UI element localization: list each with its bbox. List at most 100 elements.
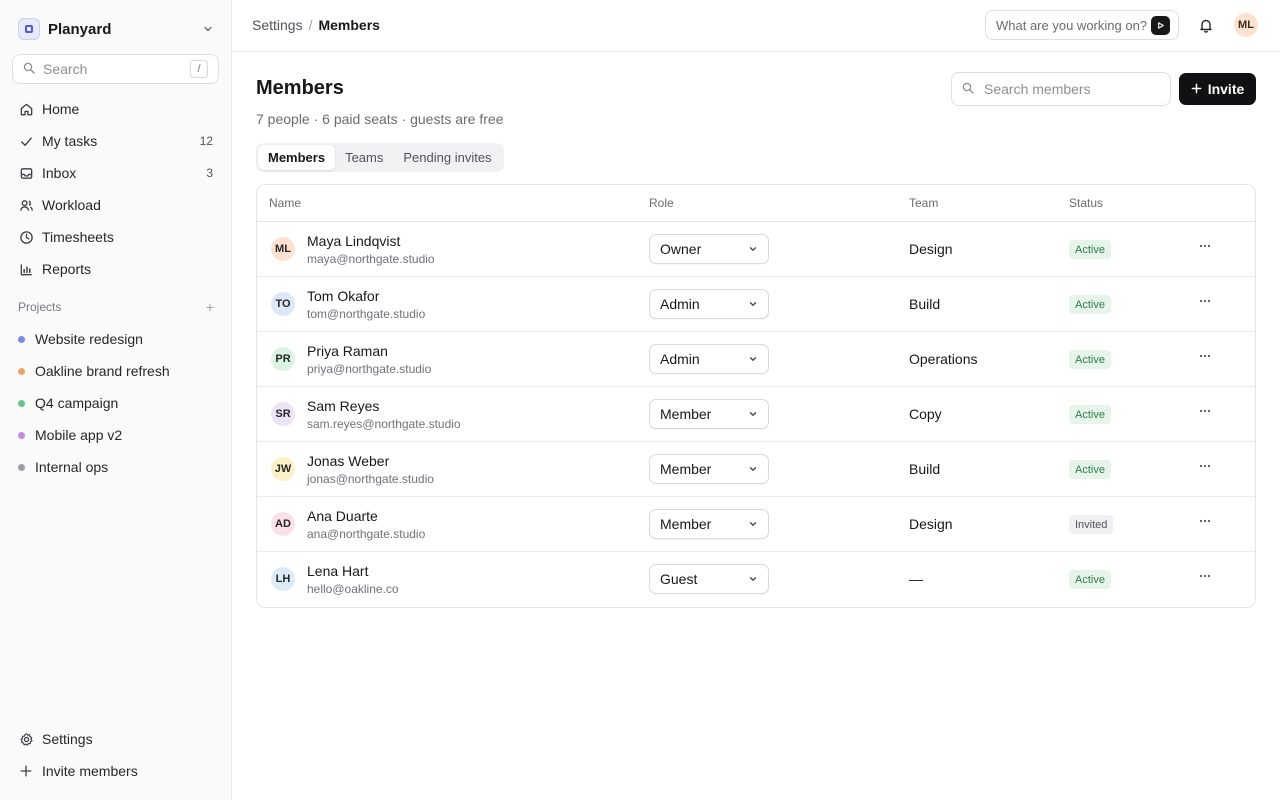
tab-teams[interactable]: Teams bbox=[335, 145, 393, 170]
project-color-dot bbox=[18, 399, 25, 407]
members-table: Name Role Team Status ML Maya Lindqvist ma… bbox=[256, 184, 1256, 608]
project-item[interactable]: Internal ops bbox=[12, 451, 219, 483]
member-email: maya@northgate.studio bbox=[307, 252, 435, 266]
tab-pending-invites[interactable]: Pending invites bbox=[393, 145, 501, 170]
search-shortcut-key: / bbox=[190, 60, 208, 78]
member-name: Sam Reyes bbox=[307, 398, 380, 414]
sidebar-item-label: My tasks bbox=[42, 133, 98, 149]
more-horizontal-icon[interactable] bbox=[1197, 513, 1213, 529]
table-row[interactable]: ML Maya Lindqvist maya@northgate.studio Own… bbox=[257, 222, 1255, 277]
main-content: Settings / Members What are you working … bbox=[232, 0, 1280, 800]
sidebar-item-timesheets[interactable]: Timesheets bbox=[12, 221, 219, 253]
table-row[interactable]: TO Tom Okafor tom@northgate.studio Admin Bui… bbox=[257, 277, 1255, 332]
workspace-switcher[interactable]: Planyard bbox=[18, 17, 214, 41]
project-item[interactable]: Website redesign bbox=[12, 323, 219, 355]
more-horizontal-icon[interactable] bbox=[1197, 348, 1213, 364]
sidebar-item-reports[interactable]: Reports bbox=[12, 253, 219, 285]
member-email: priya@northgate.studio bbox=[307, 362, 432, 376]
member-team: — bbox=[909, 571, 923, 587]
sidebar-item-inbox[interactable]: Inbox 3 bbox=[12, 157, 219, 189]
sidebar-item-home[interactable]: Home bbox=[12, 93, 219, 125]
tab-members[interactable]: Members bbox=[258, 145, 336, 170]
sidebar: Planyard Search / Home My tasks 12 Inbox… bbox=[0, 0, 232, 800]
table-header: Name Role Team Status bbox=[257, 185, 1255, 222]
sidebar-item-count: 3 bbox=[206, 166, 213, 180]
more-horizontal-icon[interactable] bbox=[1197, 568, 1213, 584]
breadcrumb-settings[interactable]: Settings bbox=[252, 17, 303, 33]
clock-icon bbox=[18, 229, 34, 245]
column-header-name[interactable]: Name bbox=[269, 196, 301, 210]
chevron-down-icon bbox=[748, 574, 758, 584]
role-select[interactable]: Member bbox=[649, 399, 769, 429]
role-select[interactable]: Admin bbox=[649, 344, 769, 374]
role-select[interactable]: Guest bbox=[649, 564, 769, 594]
member-email: tom@northgate.studio bbox=[307, 307, 426, 321]
command-input[interactable]: What are you working on? bbox=[985, 10, 1179, 40]
member-email: sam.reyes@northgate.studio bbox=[307, 417, 461, 431]
more-horizontal-icon[interactable] bbox=[1197, 458, 1213, 474]
table-row[interactable]: JW Jonas Weber jonas@northgate.studio Membe… bbox=[257, 442, 1255, 497]
plus-icon bbox=[1191, 81, 1202, 97]
page-subtitle: 7 people · 6 paid seats · guests are fre… bbox=[256, 111, 504, 127]
workspace-logo-icon bbox=[18, 18, 40, 40]
more-horizontal-icon[interactable] bbox=[1197, 403, 1213, 419]
member-name: Priya Raman bbox=[307, 343, 388, 359]
role-select[interactable]: Owner bbox=[649, 234, 769, 264]
sidebar-item-workload[interactable]: Workload bbox=[12, 189, 219, 221]
sidebar-search[interactable]: Search / bbox=[12, 54, 219, 84]
sidebar-item-count: 12 bbox=[199, 134, 213, 148]
table-row[interactable]: AD Ana Duarte ana@northgate.studio Member De… bbox=[257, 497, 1255, 552]
play-icon[interactable] bbox=[1151, 15, 1170, 35]
member-email: ana@northgate.studio bbox=[307, 527, 426, 541]
member-avatar: PR bbox=[271, 347, 295, 371]
plus-icon bbox=[18, 763, 34, 779]
role-select[interactable]: Member bbox=[649, 454, 769, 484]
status-badge: Active bbox=[1069, 460, 1111, 479]
member-name: Ana Duarte bbox=[307, 508, 378, 524]
page-title: Members bbox=[256, 77, 344, 99]
sidebar-item-invite-members[interactable]: Invite members bbox=[12, 755, 219, 787]
role-select-value: Owner bbox=[660, 241, 702, 257]
table-row[interactable]: SR Sam Reyes sam.reyes@northgate.studio Mem… bbox=[257, 387, 1255, 442]
table-row[interactable]: PR Priya Raman priya@northgate.studio Admin… bbox=[257, 332, 1255, 387]
more-horizontal-icon[interactable] bbox=[1197, 293, 1213, 309]
project-item[interactable]: Mobile app v2 bbox=[12, 419, 219, 451]
user-avatar[interactable]: ML bbox=[1234, 13, 1258, 37]
role-select[interactable]: Member bbox=[649, 509, 769, 539]
search-members-input[interactable]: Search members bbox=[951, 72, 1171, 106]
member-team: Operations bbox=[909, 351, 978, 367]
role-select[interactable]: Admin bbox=[649, 289, 769, 319]
topbar: Settings / Members What are you working … bbox=[232, 0, 1280, 52]
sidebar-item-my-tasks[interactable]: My tasks 12 bbox=[12, 125, 219, 157]
status-badge: Active bbox=[1069, 405, 1111, 424]
status-badge: Active bbox=[1069, 240, 1111, 259]
tabs: Members Teams Pending invites bbox=[256, 143, 504, 172]
member-email: jonas@northgate.studio bbox=[307, 472, 434, 486]
chevron-down-icon bbox=[748, 409, 758, 419]
member-avatar: AD bbox=[271, 512, 295, 536]
sidebar-item-label: Timesheets bbox=[42, 229, 114, 245]
project-item[interactable]: Q4 campaign bbox=[12, 387, 219, 419]
workspace-name: Planyard bbox=[48, 20, 112, 38]
app: Planyard Search / Home My tasks 12 Inbox… bbox=[0, 0, 1280, 800]
sidebar-item-settings[interactable]: Settings bbox=[12, 723, 219, 755]
column-header-status[interactable]: Status bbox=[1069, 196, 1103, 210]
table-row[interactable]: LH Lena Hart hello@oakline.co Guest — Active bbox=[257, 552, 1255, 607]
bell-icon[interactable] bbox=[1197, 16, 1215, 34]
chevron-down-icon bbox=[748, 519, 758, 529]
column-header-team[interactable]: Team bbox=[909, 196, 938, 210]
command-placeholder: What are you working on? bbox=[996, 17, 1148, 33]
invite-button[interactable]: Invite bbox=[1179, 73, 1256, 105]
status-badge: Active bbox=[1069, 350, 1111, 369]
sidebar-nav: Home My tasks 12 Inbox 3 Workload Timesh… bbox=[12, 93, 219, 285]
project-item[interactable]: Oakline brand refresh bbox=[12, 355, 219, 387]
member-name: Maya Lindqvist bbox=[307, 233, 401, 249]
column-header-role[interactable]: Role bbox=[649, 196, 674, 210]
member-email: hello@oakline.co bbox=[307, 582, 399, 596]
more-horizontal-icon[interactable] bbox=[1197, 238, 1213, 254]
breadcrumb: Settings / Members bbox=[252, 17, 380, 33]
member-avatar: TO bbox=[271, 292, 295, 316]
table-body: ML Maya Lindqvist maya@northgate.studio Own… bbox=[257, 222, 1255, 607]
project-label: Internal ops bbox=[35, 459, 109, 475]
add-project-icon[interactable]: + bbox=[206, 299, 214, 315]
